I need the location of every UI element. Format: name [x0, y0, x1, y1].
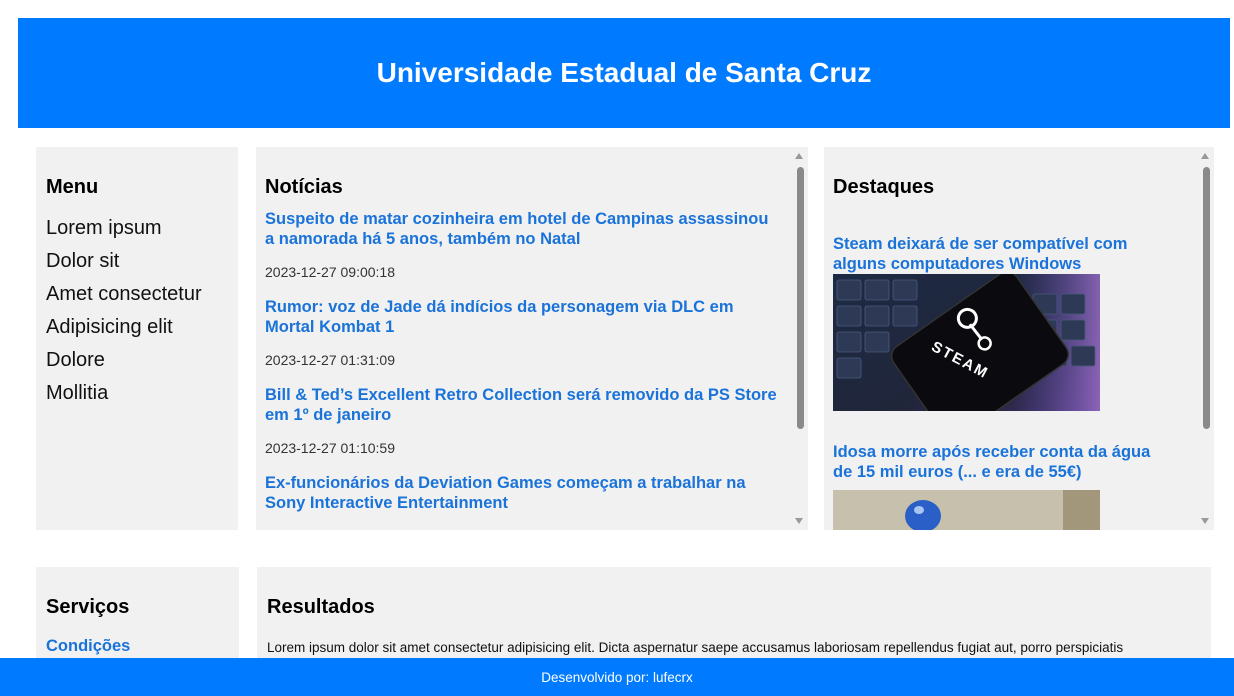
news-date: 2023-12-27 01:10:59 [265, 440, 395, 456]
menu-item[interactable]: Lorem ipsum [46, 212, 228, 245]
site-header: Universidade Estadual de Santa Cruz [18, 18, 1230, 128]
menu-title: Menu [46, 176, 99, 198]
featured-image[interactable]: STEAM [833, 274, 1100, 411]
menu-item[interactable]: Amet consectetur [46, 278, 228, 311]
news-link[interactable]: Ex-funcionários da Deviation Games começ… [265, 473, 778, 513]
results-panel: Resultados Lorem ipsum dolor sit amet co… [257, 567, 1211, 667]
footer-text: Desenvolvido por: lufecrx [541, 669, 693, 685]
site-title: Universidade Estadual de Santa Cruz [376, 57, 872, 88]
scroll-down-icon[interactable] [795, 518, 803, 524]
results-title: Resultados [267, 596, 375, 618]
featured-panel[interactable]: Destaques Steam deixará de ser compatíve… [824, 147, 1214, 530]
news-item: Bill & Ted’s Excellent Retro Collection … [265, 385, 778, 457]
news-item: Ex-funcionários da Deviation Games começ… [265, 473, 778, 513]
scrollbar-thumb[interactable] [1203, 167, 1210, 429]
featured-scrollbar[interactable] [1198, 147, 1214, 530]
scroll-up-icon[interactable] [795, 153, 803, 159]
featured-link[interactable]: Idosa morre após receber conta da água d… [833, 442, 1173, 482]
services-panel: Serviços Condições [36, 567, 239, 667]
water-image [833, 490, 1100, 530]
news-link[interactable]: Rumor: voz de Jade dá indícios da person… [265, 297, 778, 337]
news-item: Rumor: voz de Jade dá indícios da person… [265, 297, 778, 369]
news-link[interactable]: Bill & Ted’s Excellent Retro Collection … [265, 385, 778, 425]
scroll-up-icon[interactable] [1201, 153, 1209, 159]
news-item: Suspeito de matar cozinheira em hotel de… [265, 209, 778, 281]
news-title: Notícias [265, 176, 343, 198]
news-date: 2023-12-27 09:00:18 [265, 264, 395, 280]
news-scrollbar[interactable] [792, 147, 808, 530]
site-footer: Desenvolvido por: lufecrx [0, 658, 1234, 696]
featured-image[interactable] [833, 490, 1100, 530]
news-date: 2023-12-27 01:31:09 [265, 352, 395, 368]
scrollbar-thumb[interactable] [797, 167, 804, 429]
menu-item[interactable]: Dolor sit [46, 245, 228, 278]
menu-item[interactable]: Mollitia [46, 377, 228, 410]
results-text: Lorem ipsum dolor sit amet consectetur a… [267, 640, 1124, 655]
menu-item[interactable]: Adipisicing elit [46, 311, 228, 344]
featured-title: Destaques [833, 176, 935, 198]
menu-item[interactable]: Dolore [46, 344, 228, 377]
featured-link[interactable]: Steam deixará de ser compatível com algu… [833, 234, 1173, 274]
scroll-down-icon[interactable] [1201, 518, 1209, 524]
menu-panel: Menu Lorem ipsum Dolor sit Amet consecte… [36, 147, 238, 530]
news-panel[interactable]: Notícias Suspeito de matar cozinheira em… [256, 147, 808, 530]
steam-keyboard-image: STEAM [833, 274, 1100, 411]
news-link[interactable]: Suspeito de matar cozinheira em hotel de… [265, 209, 778, 249]
menu-list: Lorem ipsum Dolor sit Amet consectetur A… [46, 212, 228, 410]
services-title: Serviços [46, 596, 130, 618]
services-link-conditions[interactable]: Condições [46, 637, 229, 656]
